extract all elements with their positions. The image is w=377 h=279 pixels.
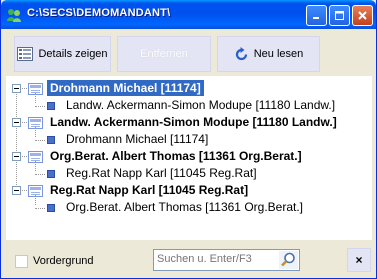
child-square-icon [47,102,55,110]
collapse-toggle[interactable] [12,152,21,161]
maximize-icon [335,11,344,20]
app-people-icon [7,9,21,22]
tree-node[interactable]: Reg.Rat Napp Karl [11045 Reg.Rat] [7,182,367,200]
reload-button-label: Neu lesen [253,48,304,60]
tree-child-item[interactable]: Landw. Ackermann-Simon Modupe [11180 Lan… [7,97,367,115]
main-window: C:\SECS\DEMOMANDANT\ Details zeigen Entf… [0,0,377,279]
search-magnifier-icon[interactable] [279,251,298,269]
tree-node-label: Org.Berat. Albert Thomas [11361 Org.Bera… [50,149,302,163]
close-icon [358,11,367,20]
title-bar[interactable]: C:\SECS\DEMOMANDANT\ [1,0,376,29]
search-input[interactable] [157,253,277,265]
tree-node-label: Drohmann Michael [11174] [47,80,204,96]
tree-child-item[interactable]: Drohmann Michael [11174] [7,131,367,149]
details-button[interactable]: Details zeigen [14,36,111,72]
tree-child-item[interactable]: Org.Berat. Albert Thomas [11361 Org.Bera… [7,199,367,217]
minimize-icon [313,17,319,19]
tree-node-label: Landw. Ackermann-Simon Modupe [11180 Lan… [50,115,337,129]
window-title: C:\SECS\DEMOMANDANT\ [27,7,171,19]
child-square-icon [47,170,55,178]
tree-node-label: Reg.Rat Napp Karl [11045 Reg.Rat] [50,183,249,197]
child-square-icon [47,136,55,144]
collapse-toggle[interactable] [12,118,21,127]
collapse-toggle[interactable] [12,84,21,93]
remove-button-label: Entfernen [140,48,188,60]
collapse-toggle[interactable] [12,186,21,195]
details-list-icon [17,47,34,61]
search-box[interactable] [153,249,300,271]
relations-tree[interactable]: Drohmann Michael [11174] Landw. Ackerman… [6,76,372,240]
tree-child-label: Landw. Ackermann-Simon Modupe [11180 Lan… [66,98,336,112]
details-button-label: Details zeigen [38,48,108,60]
foreground-label: Vordergrund [33,255,94,267]
refresh-icon [235,46,247,60]
child-square-icon [47,204,55,212]
reload-button[interactable]: Neu lesen [217,36,320,72]
tree-child-label: Org.Berat. Albert Thomas [11361 Org.Bera… [66,200,304,214]
clear-search-button[interactable]: × [347,248,371,272]
tree-child-label: Reg.Rat Napp Karl [11045 Reg.Rat] [66,166,257,180]
remove-button[interactable]: Entfernen [117,36,211,72]
close-button[interactable] [352,5,373,26]
foreground-checkbox[interactable] [15,255,28,268]
tree-node[interactable]: Org.Berat. Albert Thomas [11361 Org.Bera… [7,148,367,166]
tree-node[interactable]: Landw. Ackermann-Simon Modupe [11180 Lan… [7,114,367,132]
tree-node[interactable]: Drohmann Michael [11174] [7,80,367,98]
maximize-button[interactable] [329,5,350,26]
tree-child-item[interactable]: Reg.Rat Napp Karl [11045 Reg.Rat] [7,165,367,183]
tree-child-label: Drohmann Michael [11174] [66,132,209,146]
minimize-button[interactable] [306,5,327,26]
close-x-icon: × [355,253,363,267]
